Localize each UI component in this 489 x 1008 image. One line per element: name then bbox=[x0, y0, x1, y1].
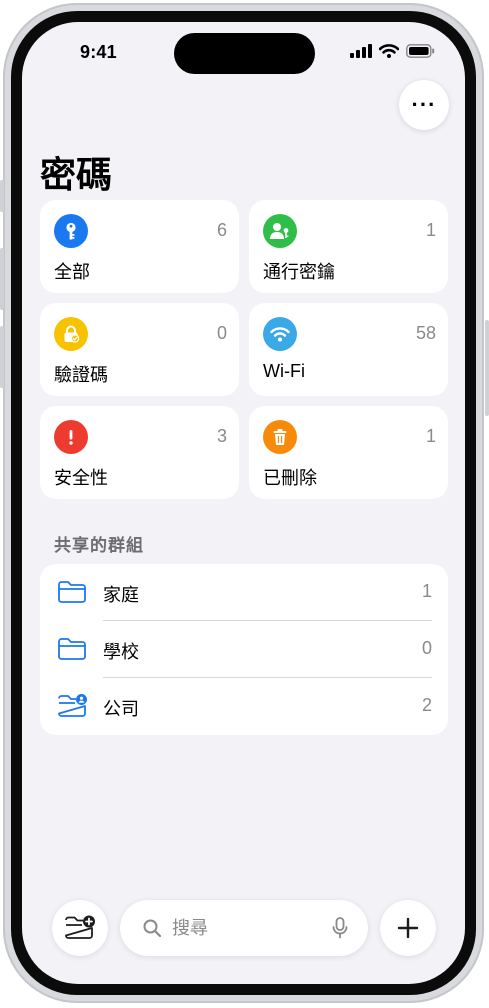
new-group-button[interactable] bbox=[52, 900, 108, 956]
key-icon bbox=[54, 214, 88, 248]
category-count: 6 bbox=[216, 220, 227, 240]
microphone-icon[interactable] bbox=[332, 917, 348, 939]
dynamic-island bbox=[174, 33, 315, 74]
group-count: 2 bbox=[421, 695, 432, 715]
action-button bbox=[0, 180, 4, 212]
ellipsis-icon: ··· bbox=[411, 92, 437, 117]
category-label: 通行密鑰 bbox=[263, 262, 335, 282]
folder-person-icon bbox=[58, 694, 87, 717]
category-label: Wi-Fi bbox=[263, 361, 305, 381]
lock-check-icon bbox=[54, 317, 88, 351]
list-item-group[interactable]: 公司 2 bbox=[40, 678, 448, 735]
power-button bbox=[485, 320, 489, 416]
page-title: 密碼 bbox=[40, 154, 113, 195]
category-tile-all[interactable]: 6 全部 bbox=[40, 200, 239, 293]
passkey-person-icon bbox=[263, 214, 297, 248]
volume-down-button bbox=[0, 326, 4, 388]
group-label: 公司 bbox=[103, 699, 139, 719]
add-password-button[interactable] bbox=[380, 900, 436, 956]
list-item-group[interactable]: 學校 0 bbox=[40, 621, 448, 678]
category-count: 1 bbox=[425, 426, 436, 446]
more-options-button[interactable]: ··· bbox=[399, 80, 449, 130]
category-count: 3 bbox=[216, 426, 227, 446]
shared-groups-list: 家庭 1 學校 0 公司 2 bbox=[40, 564, 448, 735]
folder-plus-icon bbox=[65, 915, 95, 939]
plus-icon bbox=[397, 917, 419, 939]
category-tile-wifi[interactable]: 58 Wi-Fi bbox=[249, 303, 448, 396]
category-label: 驗證碼 bbox=[54, 365, 108, 385]
category-tile-passkeys[interactable]: 1 通行密鑰 bbox=[249, 200, 448, 293]
section-header-shared-groups: 共享的群組 bbox=[54, 536, 144, 555]
category-count: 58 bbox=[415, 323, 436, 343]
volume-up-button bbox=[0, 248, 4, 310]
search-field[interactable] bbox=[120, 900, 368, 956]
screen: 9:41 ··· 密碼 6 全部 1 通行密鑰 0 驗證碼 58 Wi-Fi 3… bbox=[22, 22, 465, 984]
search-input[interactable] bbox=[172, 914, 322, 942]
category-label: 安全性 bbox=[54, 468, 108, 488]
category-count: 0 bbox=[216, 323, 227, 343]
category-tile-verification-codes[interactable]: 0 驗證碼 bbox=[40, 303, 239, 396]
folder-icon bbox=[58, 638, 86, 660]
wifi-status-icon bbox=[379, 44, 399, 58]
battery-icon bbox=[406, 44, 435, 58]
group-label: 家庭 bbox=[103, 585, 139, 605]
group-label: 學校 bbox=[103, 642, 139, 662]
category-tile-deleted[interactable]: 1 已刪除 bbox=[249, 406, 448, 499]
status-time: 9:41 bbox=[80, 42, 117, 62]
status-icons bbox=[350, 44, 435, 58]
cellular-signal-icon bbox=[350, 44, 372, 58]
bottom-toolbar bbox=[22, 900, 465, 956]
category-count: 1 bbox=[425, 220, 436, 240]
search-icon bbox=[143, 919, 162, 938]
list-item-group[interactable]: 家庭 1 bbox=[40, 564, 448, 621]
group-count: 1 bbox=[421, 581, 432, 601]
category-grid: 6 全部 1 通行密鑰 0 驗證碼 58 Wi-Fi 3 安全性 1 已刪除 bbox=[40, 200, 448, 499]
exclamation-icon bbox=[54, 420, 88, 454]
group-count: 0 bbox=[421, 638, 432, 658]
category-tile-security[interactable]: 3 安全性 bbox=[40, 406, 239, 499]
trash-icon bbox=[263, 420, 297, 454]
category-label: 全部 bbox=[54, 262, 90, 282]
folder-icon bbox=[58, 581, 86, 603]
category-label: 已刪除 bbox=[263, 468, 317, 488]
wifi-icon bbox=[263, 317, 297, 351]
